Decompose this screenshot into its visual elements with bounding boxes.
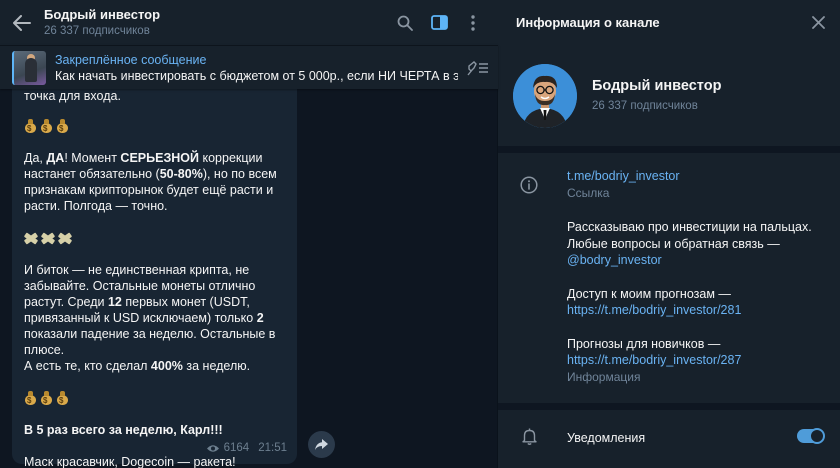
view-count: 6164 bbox=[223, 442, 250, 454]
pinned-message-bar[interactable]: Закреплённое сообщение Как начать инвест… bbox=[0, 45, 498, 89]
close-button[interactable] bbox=[796, 0, 840, 45]
profile-block: Бодрый инвестор 26 337 подписчиков bbox=[498, 45, 840, 146]
pinned-thumbnail bbox=[12, 50, 46, 85]
money-bag-icon: $ bbox=[24, 391, 37, 405]
notifications-row[interactable]: Уведомления bbox=[498, 410, 840, 468]
text-bold: В 5 раз всего за неделю, Карл!!! bbox=[24, 423, 223, 437]
text-bold: 400% bbox=[150, 359, 183, 373]
pinned-preview: Как начать инвестировать с бюджетом от 5… bbox=[55, 68, 458, 83]
text-run: показали падение за неделю. Остальные в … bbox=[24, 327, 276, 357]
text-bold: 50-80% bbox=[159, 167, 203, 181]
sidebar-toggle-button[interactable] bbox=[422, 0, 456, 45]
flying-money-icon bbox=[41, 232, 55, 244]
unpin-button[interactable] bbox=[458, 46, 498, 90]
notifications-toggle[interactable] bbox=[797, 428, 825, 444]
channel-subscribers: 26 337 подписчиков bbox=[592, 100, 698, 112]
channel-link[interactable]: t.me/bodriy_investor bbox=[567, 168, 832, 185]
info-header-title: Информация о канале bbox=[516, 15, 660, 30]
money-bag-icon: $ bbox=[56, 119, 69, 133]
flying-money-icon bbox=[24, 232, 38, 244]
bell-icon bbox=[522, 428, 537, 445]
eye-icon bbox=[206, 444, 219, 452]
description-caption: Информация bbox=[567, 369, 641, 384]
profile-name-box: Бодрый инвестор 26 337 подписчиков bbox=[592, 77, 721, 114]
sidebar-toggle-icon bbox=[430, 15, 448, 30]
description-text-3: Прогнозы для новичков — bbox=[567, 336, 721, 351]
message-paragraph-1: Да, ДА! Момент СЕРЬЕЗНОЙ коррекции наста… bbox=[24, 150, 285, 214]
money-bag-icon: $ bbox=[40, 391, 53, 405]
message-time: 21:51 bbox=[258, 442, 287, 454]
text-bold: 12 bbox=[107, 295, 122, 309]
money-bag-icon: $ bbox=[56, 391, 69, 405]
text-bold: ДА bbox=[46, 151, 65, 165]
text-bold: СЕРЬЕЗНОЙ bbox=[120, 151, 200, 165]
link-caption: Ссылка bbox=[567, 185, 610, 200]
details-block: t.me/bodriy_investor Ссылка Рассказываю … bbox=[498, 153, 840, 403]
arrow-left-icon bbox=[13, 14, 31, 31]
message-paragraph-3: В 5 раз всего за неделю, Карл!!! bbox=[24, 422, 285, 438]
description-handle-link[interactable]: @bodry_investor bbox=[567, 252, 832, 269]
search-icon bbox=[397, 15, 413, 31]
channel-name: Бодрый инвестор bbox=[592, 78, 722, 94]
share-button[interactable] bbox=[308, 431, 335, 458]
message-line-top: точка для входа. bbox=[24, 89, 121, 103]
toggle-knob bbox=[809, 428, 825, 444]
message-bubble[interactable]: точка для входа. $ $ $ Да, ДА! Момент СЕ… bbox=[12, 78, 297, 468]
chat-title-box[interactable]: Бодрый инвестор 26 337 подписчиков bbox=[44, 6, 388, 39]
link-detail: t.me/bodriy_investor Ссылка bbox=[567, 168, 832, 201]
emoji-row-cash bbox=[24, 230, 285, 246]
bell-icon-wrap bbox=[522, 428, 537, 450]
back-button[interactable] bbox=[0, 0, 44, 45]
message-paragraph-4: Маск красавчик, Dogecoin — ракета! bbox=[24, 455, 236, 468]
flying-money-icon bbox=[58, 232, 72, 244]
search-button[interactable] bbox=[388, 0, 422, 45]
thumbnail-figure bbox=[25, 57, 37, 82]
description-text-2: Доступ к моим прогнозам — bbox=[567, 286, 731, 301]
money-bag-icon: $ bbox=[40, 119, 53, 133]
pinned-text-box: Закреплённое сообщение Как начать инвест… bbox=[55, 52, 458, 84]
chat-header: Бодрый инвестор 26 337 подписчиков bbox=[0, 0, 498, 45]
money-bag-icon: $ bbox=[24, 119, 37, 133]
emoji-row-money-2: $ $ $ bbox=[24, 390, 285, 406]
forecasts-link[interactable]: https://t.me/bodriy_investor/281 bbox=[567, 302, 832, 319]
more-button[interactable] bbox=[456, 0, 490, 45]
close-icon bbox=[811, 16, 825, 29]
avatar[interactable] bbox=[513, 63, 577, 128]
info-header: Информация о канале bbox=[498, 0, 840, 45]
emoji-row-money-1: $ $ $ bbox=[24, 118, 285, 134]
share-icon bbox=[315, 439, 328, 450]
message-meta: 6164 21:51 bbox=[206, 440, 287, 456]
chat-pane: Бодрый инвестор 26 337 подписчиков Закре… bbox=[0, 0, 498, 468]
description-detail: Рассказываю про инвестиции на пальцах. Л… bbox=[567, 219, 832, 385]
text-run: за неделю. bbox=[182, 359, 251, 373]
info-icon bbox=[520, 176, 538, 194]
text-bold: 2 bbox=[256, 311, 264, 325]
avatar-portrait-icon bbox=[513, 63, 577, 128]
chat-subscribers: 26 337 подписчиков bbox=[44, 25, 150, 37]
beginners-link[interactable]: https://t.me/bodriy_investor/287 bbox=[567, 352, 832, 369]
pinned-title: Закреплённое сообщение bbox=[55, 52, 207, 67]
message-paragraph-2: И биток — не единственная крипта, не заб… bbox=[24, 262, 285, 374]
info-icon-wrap bbox=[520, 176, 538, 199]
notifications-label: Уведомления bbox=[567, 431, 646, 445]
text-run: ! Момент bbox=[64, 151, 121, 165]
text-run: А есть те, кто сделал bbox=[24, 359, 151, 373]
channel-info-pane: Информация о канале Бодрый инвестор 26 3… bbox=[498, 0, 840, 468]
chat-title: Бодрый инвестор bbox=[44, 7, 161, 22]
text-run: Да, bbox=[24, 151, 47, 165]
more-vertical-icon bbox=[471, 14, 475, 31]
description-text-1: Рассказываю про инвестиции на пальцах. Л… bbox=[567, 220, 812, 251]
unpin-icon bbox=[467, 60, 488, 75]
